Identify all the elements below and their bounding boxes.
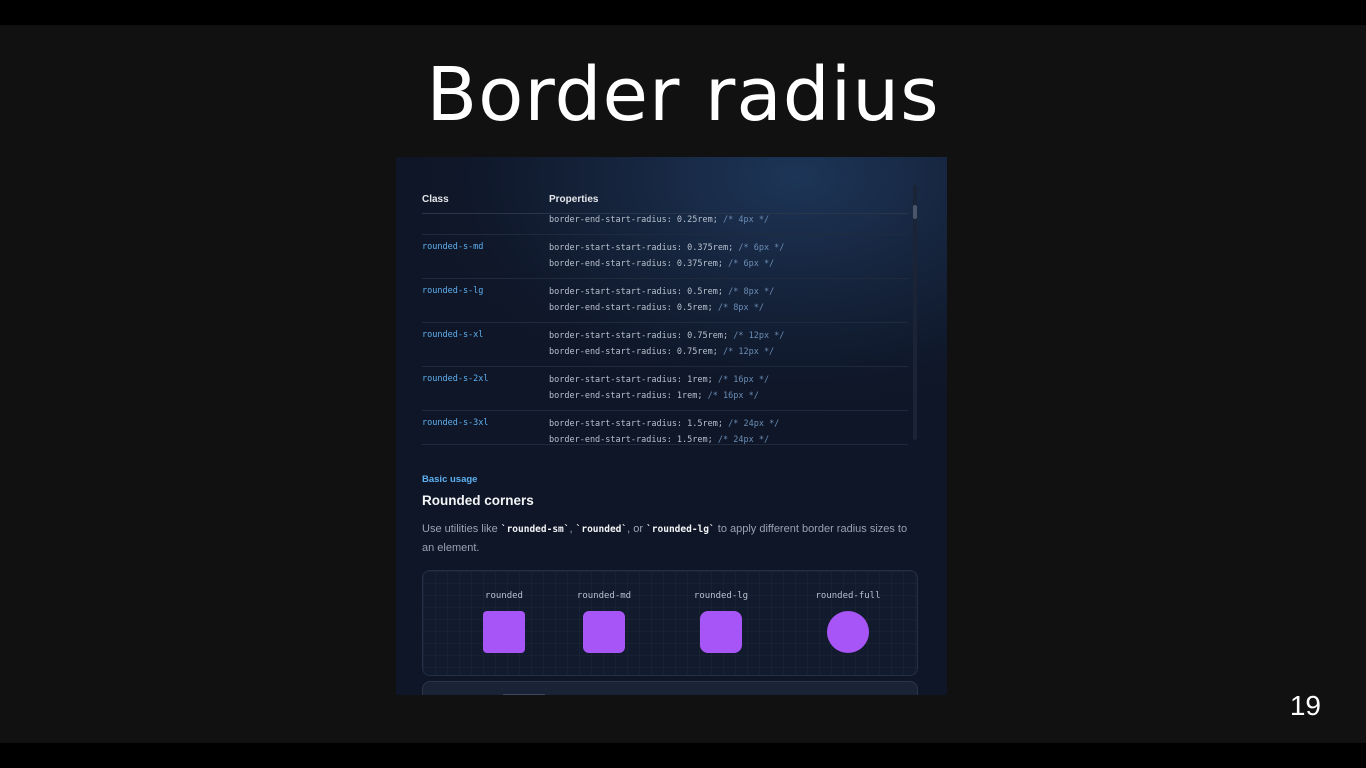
- radius-swatch: [827, 611, 869, 653]
- property-line: border-start-start-radius: 1.5rem; /* 24…: [549, 418, 779, 434]
- property-list: border-start-start-radius: 0.375rem; /* …: [549, 242, 784, 274]
- property-line: border-end-start-radius: 0.75rem; /* 12p…: [549, 346, 784, 362]
- table-header: Class Properties: [422, 185, 908, 214]
- desc-text: Use utilities like: [422, 523, 501, 535]
- section-heading: Rounded corners: [422, 493, 534, 508]
- code-panel: [422, 681, 918, 695]
- demo-item-rounded-lg: rounded-lg: [686, 591, 756, 653]
- property-line: border-start-start-radius: 0.375rem; /* …: [549, 242, 784, 258]
- code-rounded-sm: `rounded-sm`: [500, 524, 570, 535]
- radius-swatch: [583, 611, 625, 653]
- page-number: 19: [1289, 690, 1321, 721]
- property-declaration: border-end-start-radius: 0.375rem;: [549, 259, 729, 269]
- property-list: border-start-start-radius: 1.5rem; /* 24…: [549, 418, 779, 450]
- property-comment: /* 6px */: [728, 259, 775, 269]
- property-declaration: border-end-start-radius: 0.25rem;: [549, 215, 723, 225]
- property-declaration: border-end-start-radius: 1rem;: [549, 391, 708, 401]
- table-row: rounded-s-xl border-start-start-radius: 0…: [422, 323, 908, 367]
- demo-item-rounded: rounded: [469, 591, 539, 653]
- class-name: rounded-s-3xl: [422, 418, 489, 428]
- property-comment: /* 12px */: [733, 331, 785, 341]
- property-declaration: border-start-start-radius: 0.5rem;: [549, 287, 729, 297]
- property-line: border-start-start-radius: 0.75rem; /* 1…: [549, 330, 784, 346]
- radius-swatch: [483, 611, 525, 653]
- property-line: border-end-start-radius: 0.5rem; /* 8px …: [549, 302, 774, 318]
- table-scrollbar-track[interactable]: [913, 185, 917, 440]
- property-comment: /* 24px */: [728, 419, 780, 429]
- class-name: rounded-s-2xl: [422, 374, 489, 384]
- code-tab[interactable]: [503, 694, 545, 695]
- desc-sep: , or: [627, 523, 647, 535]
- property-line: border-start-start-radius: 0.5rem; /* 8p…: [549, 286, 774, 302]
- property-list: border-start-start-radius: 0.75rem; /* 1…: [549, 330, 784, 362]
- demo-item-rounded-md: rounded-md: [569, 591, 639, 653]
- table-row: border-end-start-radius: 0.25rem; /* 4px…: [422, 214, 908, 235]
- property-declaration: border-start-start-radius: 1.5rem;: [549, 419, 729, 429]
- property-list: border-end-start-radius: 0.25rem; /* 4px…: [549, 214, 769, 230]
- demo-label: rounded-full: [815, 591, 881, 601]
- table-row: rounded-s-md border-start-start-radius: 0…: [422, 235, 908, 279]
- header-class: Class: [422, 194, 449, 205]
- property-declaration: border-start-start-radius: 0.375rem;: [549, 243, 739, 253]
- property-declaration: border-end-start-radius: 1.5rem;: [549, 435, 718, 445]
- property-declaration: border-start-start-radius: 0.75rem;: [549, 331, 734, 341]
- section-eyebrow: Basic usage: [422, 474, 478, 485]
- code-rounded: `rounded`: [575, 524, 628, 535]
- example-preview: rounded rounded-md rounded-lg rounded-full: [422, 570, 918, 676]
- property-comment: /* 8px */: [728, 287, 775, 297]
- code-rounded-lg: `rounded-lg`: [646, 524, 715, 535]
- table-scrollbar-thumb[interactable]: [913, 205, 917, 219]
- table-row: rounded-s-2xl border-start-start-radius: …: [422, 367, 908, 411]
- property-line: border-end-start-radius: 1rem; /* 16px *…: [549, 390, 769, 406]
- class-name: rounded-s-xl: [422, 330, 484, 340]
- property-comment: /* 4px */: [723, 215, 770, 225]
- class-name: rounded-s-md: [422, 242, 484, 252]
- property-comment: /* 12px */: [723, 347, 775, 357]
- docs-screenshot: Class Properties border-end-start-radius…: [396, 157, 947, 695]
- property-line: border-start-start-radius: 1rem; /* 16px…: [549, 374, 769, 390]
- table-row: rounded-s-lg border-start-start-radius: 0…: [422, 279, 908, 323]
- class-table: Class Properties border-end-start-radius…: [422, 185, 908, 445]
- slide-title: Border radius: [426, 52, 940, 138]
- property-line: border-end-start-radius: 0.375rem; /* 6p…: [549, 258, 784, 274]
- property-list: border-start-start-radius: 0.5rem; /* 8p…: [549, 286, 774, 318]
- header-properties: Properties: [549, 194, 599, 205]
- demo-item-rounded-full: rounded-full: [803, 591, 893, 653]
- property-list: border-start-start-radius: 1rem; /* 16px…: [549, 374, 769, 406]
- property-declaration: border-end-start-radius: 0.5rem;: [549, 303, 718, 313]
- property-comment: /* 24px */: [717, 435, 770, 445]
- demo-label: rounded-lg: [693, 591, 749, 601]
- property-comment: /* 16px */: [707, 391, 759, 401]
- property-declaration: border-start-start-radius: 1rem;: [549, 375, 718, 385]
- radius-swatch: [700, 611, 742, 653]
- property-comment: /* 6px */: [738, 243, 785, 253]
- property-comment: /* 16px */: [717, 375, 770, 385]
- section-description: Use utilities like `rounded-sm`, `rounde…: [422, 520, 922, 557]
- class-name: rounded-s-lg: [422, 286, 484, 296]
- property-line: border-end-start-radius: 1.5rem; /* 24px…: [549, 434, 779, 450]
- table-row: rounded-s-3xl border-start-start-radius: …: [422, 411, 908, 445]
- property-declaration: border-end-start-radius: 0.75rem;: [549, 347, 723, 357]
- demo-label: rounded: [485, 591, 523, 601]
- demo-label: rounded-md: [576, 591, 632, 601]
- slide: Border radius Class Properties border-en…: [0, 25, 1366, 743]
- property-comment: /* 8px */: [717, 303, 764, 313]
- property-line: border-end-start-radius: 0.25rem; /* 4px…: [549, 214, 769, 230]
